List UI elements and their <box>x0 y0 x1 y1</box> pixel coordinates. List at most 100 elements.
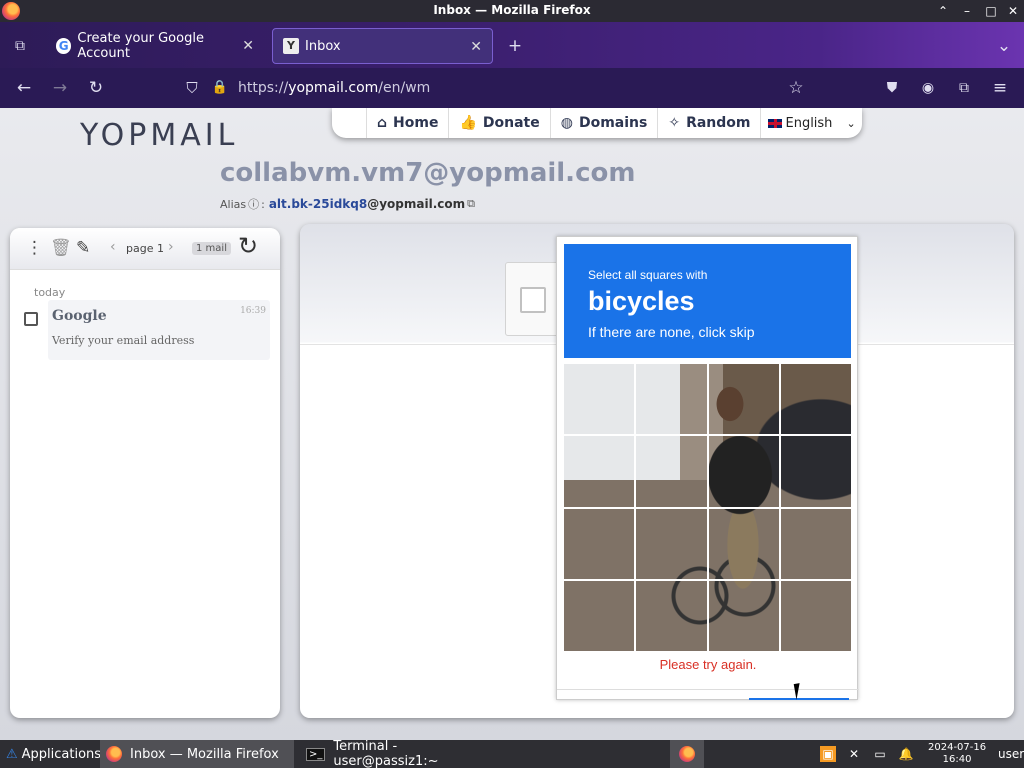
menu-label: Random <box>686 115 751 131</box>
window-minimize-button[interactable]: – <box>958 2 976 20</box>
mail-count-badge: 1 mail <box>192 242 231 255</box>
language-select[interactable]: English ⌄ <box>760 108 856 138</box>
window-titlebar: Inbox — Mozilla Firefox ⌃ – □ ✕ <box>0 0 1024 22</box>
captcha-tile[interactable] <box>708 580 779 651</box>
taskbar-firefox[interactable]: Inbox — Mozilla Firefox <box>100 740 294 768</box>
captcha-tile[interactable] <box>708 508 779 579</box>
notification-bell-icon[interactable]: 🔔 <box>898 746 914 762</box>
tracking-shield-icon[interactable]: ⛉ <box>180 76 204 100</box>
clock-time: 16:40 <box>942 754 972 765</box>
captcha-tile[interactable] <box>564 364 635 435</box>
window-close-button[interactable]: ✕ <box>1004 2 1022 20</box>
captcha-image-grid <box>564 364 851 651</box>
menu-domains[interactable]: ◍ Domains <box>549 108 658 138</box>
captcha-tile-image <box>564 436 635 507</box>
new-tab-button[interactable]: + <box>503 34 527 58</box>
page-content: YOPMAIL ⌂ Home 👍 Donate ◍ Domains ✧ Rand… <box>0 108 1024 740</box>
captcha-tile[interactable] <box>636 364 707 435</box>
terminal-icon: >_ <box>306 747 326 761</box>
url-scheme: https:// <box>238 80 289 96</box>
next-page-icon[interactable]: › <box>168 239 174 255</box>
yopmail-icon: Y <box>283 38 299 54</box>
captcha-tile[interactable] <box>780 364 851 435</box>
captcha-tile[interactable] <box>780 436 851 507</box>
workspace-switcher[interactable] <box>670 740 704 768</box>
alias-domain: @yopmail.com <box>367 197 466 211</box>
more-options-icon[interactable]: ⋮ <box>26 238 43 258</box>
captcha-tile[interactable] <box>708 364 779 435</box>
globe-icon: ◍ <box>560 115 573 131</box>
mail-select-checkbox[interactable] <box>24 312 38 326</box>
firefox-view-icon[interactable]: ⧉ <box>8 34 32 58</box>
compose-pencil-icon[interactable]: ✎ <box>76 238 90 258</box>
menu-random[interactable]: ✧ Random <box>657 108 760 138</box>
captcha-tile[interactable] <box>564 580 635 651</box>
menu-home[interactable]: ⌂ Home <box>366 108 448 138</box>
site-menu: ⌂ Home 👍 Donate ◍ Domains ✧ Random Engli… <box>332 108 862 138</box>
google-icon: G <box>56 38 72 54</box>
window-chevron-button[interactable]: ⌃ <box>934 2 952 20</box>
account-icon[interactable]: ◉ <box>916 76 940 100</box>
pocket-icon[interactable]: ⛊ <box>880 76 904 100</box>
captcha-tile[interactable] <box>564 436 635 507</box>
captcha-target: bicycles <box>588 286 695 316</box>
inbox-toolbar: ⋮ 🗑 ✎ ‹ page 1 › 1 mail ↻ <box>10 228 280 270</box>
applications-menu[interactable]: ⚠ Applications <box>0 740 107 768</box>
reload-button[interactable]: ↻ <box>84 76 108 100</box>
yopmail-logo[interactable]: YOPMAIL <box>80 118 238 153</box>
back-button[interactable]: ← <box>12 76 36 100</box>
info-icon[interactable]: ⓘ <box>248 196 259 212</box>
tab-create-google-account[interactable]: G Create your Google Account ✕ <box>46 28 264 64</box>
applications-icon: ⚠ <box>6 746 18 762</box>
captcha-tile[interactable] <box>636 508 707 579</box>
extensions-icon[interactable]: ⧉ <box>952 76 976 100</box>
network-icon[interactable]: ✕ <box>846 746 862 762</box>
tab-close-icon[interactable]: ✕ <box>242 38 254 54</box>
captcha-tile[interactable] <box>636 580 707 651</box>
menu-donate[interactable]: 👍 Donate <box>448 108 549 138</box>
captcha-tile[interactable] <box>564 508 635 579</box>
window-title: Inbox — Mozilla Firefox <box>433 3 591 17</box>
uk-flag-icon <box>767 117 784 129</box>
captcha-tile-image <box>708 508 779 579</box>
chevron-down-icon: ⌄ <box>846 116 856 130</box>
tab-close-icon[interactable]: ✕ <box>470 39 482 55</box>
clock[interactable]: 2024-07-16 16:40 <box>928 742 986 766</box>
bookmark-star-icon[interactable]: ☆ <box>784 76 808 100</box>
window-maximize-button[interactable]: □ <box>982 2 1000 20</box>
notes-icon[interactable]: ▣ <box>820 746 836 762</box>
tab-inbox[interactable]: Y Inbox ✕ <box>272 28 493 64</box>
lock-icon[interactable]: 🔒 <box>208 76 232 100</box>
captcha-tile-image <box>780 364 851 435</box>
captcha-tile[interactable] <box>780 580 851 651</box>
tab-label: Create your Google Account <box>77 31 204 61</box>
taskbar-label: Terminal - user@passiz1:~ <box>333 739 439 768</box>
battery-icon[interactable]: ▭ <box>872 746 888 762</box>
user-menu[interactable]: user <box>998 747 1024 761</box>
captcha-tile-image <box>636 580 707 651</box>
refresh-icon[interactable]: ↻ <box>238 232 258 260</box>
list-item[interactable]: Google 16:39 Verify your email address <box>48 300 270 360</box>
menu-label: Domains <box>578 115 648 131</box>
clock-date: 2024-07-16 <box>928 742 987 753</box>
captcha-tile-image <box>564 364 635 435</box>
alias-row: Alias ⓘ : alt.bk-25idkq8 @yopmail.com ⧉ <box>220 196 475 212</box>
captcha-tile[interactable] <box>636 436 707 507</box>
taskbar-label: Inbox — Mozilla Firefox <box>130 746 279 762</box>
prev-page-icon[interactable]: ‹ <box>110 239 116 255</box>
copy-icon[interactable]: ⧉ <box>467 197 475 211</box>
trash-icon[interactable]: 🗑 <box>50 238 72 258</box>
captcha-tile[interactable] <box>780 508 851 579</box>
firefox-icon <box>679 746 695 762</box>
menu-hamburger-icon[interactable]: ≡ <box>988 76 1012 100</box>
captcha-tile-image <box>708 364 779 435</box>
captcha-tile[interactable] <box>708 436 779 507</box>
captcha-tile-image <box>780 508 851 579</box>
taskbar-terminal[interactable]: >_ Terminal - user@passiz1:~ <box>300 739 500 768</box>
recaptcha-checkbox[interactable] <box>520 287 546 313</box>
url-bar[interactable]: ⛉ 🔒 https://yopmail.com/en/wm <box>176 72 776 104</box>
url-path: /en/wm <box>378 80 431 96</box>
list-all-tabs-button[interactable]: ⌄ <box>992 34 1016 58</box>
forward-button[interactable]: → <box>48 76 72 100</box>
captcha-error-message: Please try again. <box>659 657 757 672</box>
